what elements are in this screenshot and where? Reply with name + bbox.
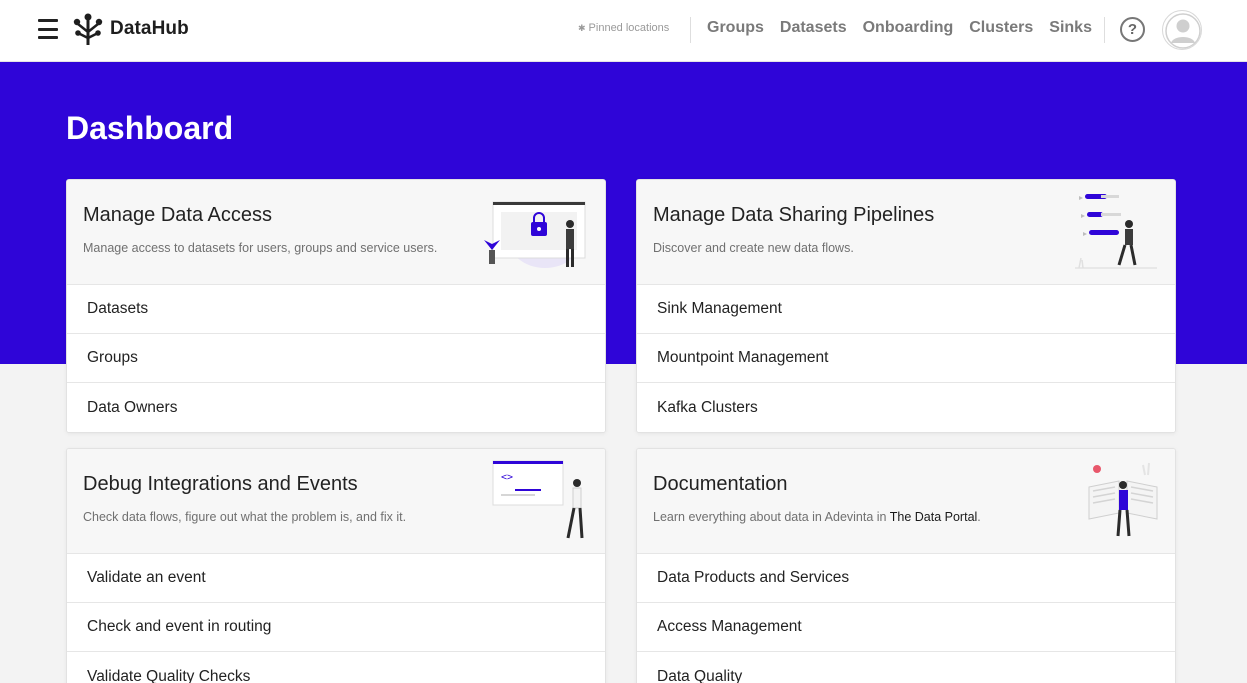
card-link-mountpoint-management[interactable]: Mountpoint Management (637, 334, 1175, 383)
avatar[interactable] (1162, 10, 1202, 50)
card-description-text: Learn everything about data in Adevinta … (653, 510, 890, 524)
pipeline-illustration (1075, 194, 1157, 269)
card-link-access-management[interactable]: Access Management (637, 603, 1175, 652)
card-link-validate-quality-checks[interactable]: Validate Quality Checks (67, 652, 605, 683)
card-link-groups[interactable]: Groups (67, 334, 605, 383)
card-manage-data-sharing-pipelines: Manage Data Sharing Pipelines Discover a… (636, 179, 1176, 433)
card-link-validate-event[interactable]: Validate an event (67, 554, 605, 603)
security-lock-illustration (484, 201, 586, 268)
card-debug-integrations: Debug Integrations and Events Check data… (66, 448, 606, 683)
user-icon (1165, 13, 1201, 49)
card-description: Manage access to datasets for users, gro… (83, 241, 438, 255)
open-book-illustration (1088, 462, 1158, 537)
help-icon[interactable]: ? (1120, 17, 1145, 42)
card-header: Manage Data Sharing Pipelines Discover a… (637, 180, 1175, 285)
card-link-datasets[interactable]: Datasets (67, 285, 605, 334)
menu-icon[interactable] (38, 19, 58, 39)
card-link-data-products-services[interactable]: Data Products and Services (637, 554, 1175, 603)
nav-datasets[interactable]: Datasets (780, 19, 847, 37)
code-debug-illustration: <> (492, 460, 584, 539)
brand-name[interactable]: DataHub (110, 18, 189, 40)
nav-onboarding[interactable]: Onboarding (863, 19, 954, 37)
card-title: Debug Integrations and Events (83, 473, 358, 495)
pin-icon: ✱ (578, 22, 586, 33)
divider (1104, 17, 1105, 43)
nav-sinks[interactable]: Sinks (1049, 19, 1092, 37)
card-header: Debug Integrations and Events Check data… (67, 449, 605, 554)
nav-groups[interactable]: Groups (707, 19, 764, 37)
card-description: Check data flows, figure out what the pr… (83, 510, 407, 524)
main-nav: Groups Datasets Onboarding Clusters Sink… (707, 19, 1092, 37)
card-documentation: Documentation Learn everything about dat… (636, 448, 1176, 683)
card-header: Manage Data Access Manage access to data… (67, 180, 605, 285)
pinned-locations-label: Pinned locations (588, 22, 670, 34)
card-title: Manage Data Sharing Pipelines (653, 204, 935, 226)
card-title: Documentation (653, 473, 788, 495)
top-bar: DataHub ✱ Pinned locations Groups Datase… (0, 0, 1247, 62)
card-link-data-quality[interactable]: Data Quality (637, 652, 1175, 683)
card-description-end: . (977, 510, 981, 524)
datahub-logo-icon[interactable] (72, 12, 104, 48)
nav-clusters[interactable]: Clusters (969, 19, 1033, 37)
divider (690, 17, 691, 43)
card-title: Manage Data Access (83, 204, 272, 226)
card-header: Documentation Learn everything about dat… (637, 449, 1175, 554)
card-manage-data-access: Manage Data Access Manage access to data… (66, 179, 606, 433)
card-description: Learn everything about data in Adevinta … (653, 510, 981, 524)
card-link-check-event-routing[interactable]: Check and event in routing (67, 603, 605, 652)
data-portal-link[interactable]: The Data Portal (890, 510, 978, 524)
card-description: Discover and create new data flows. (653, 241, 854, 255)
card-link-kafka-clusters[interactable]: Kafka Clusters (637, 383, 1175, 432)
card-link-data-owners[interactable]: Data Owners (67, 383, 605, 432)
page-title: Dashboard (66, 110, 234, 146)
svg-text:<>: <> (501, 472, 513, 483)
card-link-sink-management[interactable]: Sink Management (637, 285, 1175, 334)
pinned-locations[interactable]: ✱ Pinned locations (578, 22, 669, 34)
